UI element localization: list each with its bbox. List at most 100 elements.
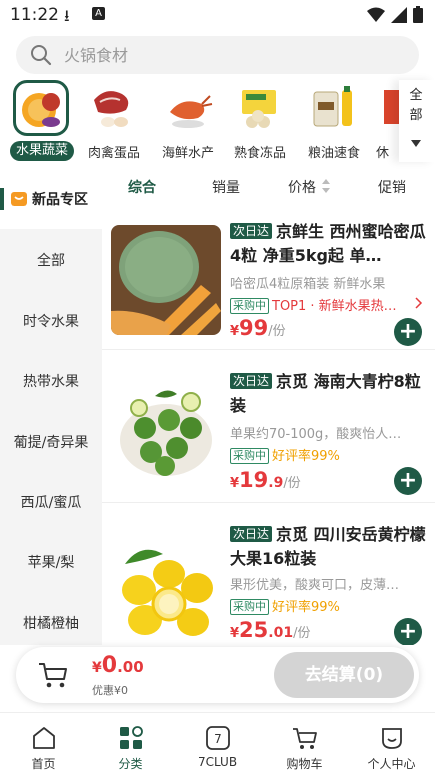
search-input[interactable] <box>64 42 364 68</box>
product-promo: 采购中 好评率99% <box>230 445 426 464</box>
category-cooked-frozen[interactable]: 熟食冻品 <box>224 80 296 164</box>
cart-icon <box>293 728 317 749</box>
all-categories-button[interactable]: 全部 <box>399 80 435 162</box>
product-title: 次日达 京觅 海南大青柠8粒装 <box>230 370 426 418</box>
bottom-tab-bar: 首页 分类 7 7CLUB 购物车 个人中心 <box>0 712 435 774</box>
category-label: 粮油速食 <box>307 146 360 161</box>
category-grid-icon <box>120 726 143 749</box>
product-price: ¥99/份 <box>230 316 286 340</box>
battery-icon <box>413 6 423 23</box>
chevron-down-icon <box>411 140 421 147</box>
next-day-badge: 次日达 <box>230 223 273 239</box>
tab-profile[interactable]: 个人中心 <box>348 713 435 774</box>
sort-sales[interactable]: 销量 <box>212 177 240 197</box>
7club-icon: 7 <box>206 726 230 750</box>
tab-label: 首页 <box>31 757 56 771</box>
meat-thumbnail-icon <box>94 91 129 127</box>
product-image-green-lime <box>111 378 221 488</box>
product-subtitle: 单果约70-100g，酸爽怡人… <box>230 427 402 442</box>
fruit-thumbnail-icon <box>22 93 60 127</box>
cart-total: ¥0.00 <box>92 653 144 678</box>
wifi-icon <box>367 7 385 22</box>
new-products-label: 新品专区 <box>32 192 88 208</box>
product-price: ¥19.9/份 <box>230 468 301 492</box>
product-image-hami-melon <box>111 225 221 335</box>
product-card[interactable]: 次日达 京觅 海南大青柠8粒装 单果约70-100g，酸爽怡人… 采购中 好评率99… <box>102 350 435 503</box>
status-bar: 11:22 ⭳ A <box>0 0 435 30</box>
new-products-icon <box>11 192 27 206</box>
tab-label: 7CLUB <box>197 755 238 769</box>
product-promo: 采购中 TOP1 · 新鲜水果热… <box>230 295 426 314</box>
product-price: ¥25.01/份 <box>230 618 311 642</box>
product-card[interactable]: 次日达 京鲜生 西州蜜哈密瓜 4粒 净重5kg起 单… 哈密瓜4粒原箱装 新鲜水果… <box>102 200 435 350</box>
tab-category[interactable]: 分类 <box>87 713 174 774</box>
next-day-badge: 次日达 <box>230 526 273 542</box>
svg-text:7: 7 <box>214 732 222 746</box>
sort-price[interactable]: 价格 <box>288 177 316 197</box>
sort-bar: 综合 销量 价格 促销 <box>102 174 435 200</box>
category-label: 海鲜水产 <box>161 146 214 161</box>
sort-promotion[interactable]: 促销 <box>378 177 406 197</box>
subcategory-melon[interactable]: 西瓜/蜜瓜 <box>0 492 102 512</box>
app-notification-icon: A <box>92 7 105 20</box>
tab-label: 分类 <box>118 757 143 771</box>
add-to-cart-button[interactable]: + <box>394 318 422 346</box>
promo-text: TOP1 · 新鲜水果热… <box>272 299 397 314</box>
category-label: 休 <box>376 146 390 161</box>
purchasing-badge: 采购中 <box>230 599 269 615</box>
next-day-badge: 次日达 <box>230 373 273 389</box>
category-label: 水果蔬菜 <box>10 141 74 161</box>
product-subtitle: 哈密瓜4粒原箱装 新鲜水果 <box>230 277 386 292</box>
tab-label: 个人中心 <box>367 757 416 771</box>
search-bar[interactable] <box>16 36 419 74</box>
subcategory-tropical[interactable]: 热带水果 <box>0 371 102 391</box>
product-image-yellow-lemon <box>111 534 221 644</box>
sort-comprehensive[interactable]: 综合 <box>128 177 156 197</box>
subcategory-apple-pear[interactable]: 苹果/梨 <box>0 552 102 572</box>
category-leisure[interactable]: 休 <box>370 80 400 164</box>
category-label: 肉禽蛋品 <box>87 146 140 161</box>
cart-discount: 优惠¥0 <box>92 684 128 697</box>
checkout-button[interactable]: 去结算(0) <box>274 652 414 698</box>
purchasing-badge: 采购中 <box>230 448 269 464</box>
add-to-cart-button[interactable]: + <box>394 618 422 645</box>
category-grain-oil[interactable]: 粮油速食 <box>298 80 370 164</box>
signal-icon <box>391 6 407 23</box>
add-to-cart-button[interactable]: + <box>394 467 422 495</box>
tab-cart[interactable]: 购物车 <box>261 713 348 774</box>
chevron-right-icon[interactable] <box>415 297 423 309</box>
status-time: 11:22 <box>10 5 59 25</box>
product-subtitle: 果形优美，酸爽可口，皮薄… <box>230 578 400 593</box>
all-categories-label: 全部 <box>409 88 423 123</box>
snack-thumbnail-icon <box>384 90 400 124</box>
product-list: 次日达 京鲜生 西州蜜哈密瓜 4粒 净重5kg起 单… 哈密瓜4粒原箱装 新鲜水果… <box>102 200 435 645</box>
sort-arrows-icon <box>322 179 330 193</box>
tab-label: 购物车 <box>286 757 323 771</box>
category-seafood[interactable]: 海鲜水产 <box>152 80 224 164</box>
seafood-thumbnail-icon <box>170 95 213 128</box>
product-promo: 采购中 好评率99% <box>230 596 426 615</box>
purchasing-badge: 采购中 <box>230 298 269 314</box>
subcategory-all[interactable]: 全部 <box>0 250 102 270</box>
new-products-zone[interactable]: 新品专区 <box>0 184 102 214</box>
promo-text: 好评率99% <box>272 600 340 615</box>
category-label: 熟食冻品 <box>233 146 286 161</box>
frozen-food-thumbnail-icon <box>242 90 276 128</box>
tab-home[interactable]: 首页 <box>0 713 87 774</box>
promo-text: 好评率99% <box>272 449 340 464</box>
category-meat-eggs[interactable]: 肉禽蛋品 <box>78 80 150 164</box>
product-title: 次日达 京觅 四川安岳黄柠檬大果16粒装 <box>230 523 426 571</box>
subcategory-grape-kiwi[interactable]: 葡提/奇异果 <box>0 432 102 452</box>
status-icons <box>367 6 423 23</box>
active-indicator <box>0 188 4 210</box>
shopping-cart-icon[interactable] <box>38 661 68 689</box>
category-strip: 水果蔬菜 肉禽蛋品 海鲜水产 熟食冻品 粮油速食 休 <box>0 80 435 166</box>
product-card[interactable]: 次日达 京觅 四川安岳黄柠檬大果16粒装 果形优美，酸爽可口，皮薄… 采购中 好评率… <box>102 503 435 645</box>
tab-7club[interactable]: 7 7CLUB <box>174 713 261 774</box>
subcategory-nav: 全部 时令水果 热带水果 葡提/奇异果 西瓜/蜜瓜 苹果/梨 柑橘橙柚 <box>0 229 102 645</box>
subcategory-citrus[interactable]: 柑橘橙柚 <box>0 613 102 633</box>
cart-summary-bar: ¥0.00 优惠¥0 去结算(0) <box>16 647 419 703</box>
grain-oil-thumbnail-icon <box>313 86 352 127</box>
category-fruit-veg[interactable]: 水果蔬菜 <box>4 80 76 164</box>
subcategory-seasonal[interactable]: 时令水果 <box>0 311 102 331</box>
